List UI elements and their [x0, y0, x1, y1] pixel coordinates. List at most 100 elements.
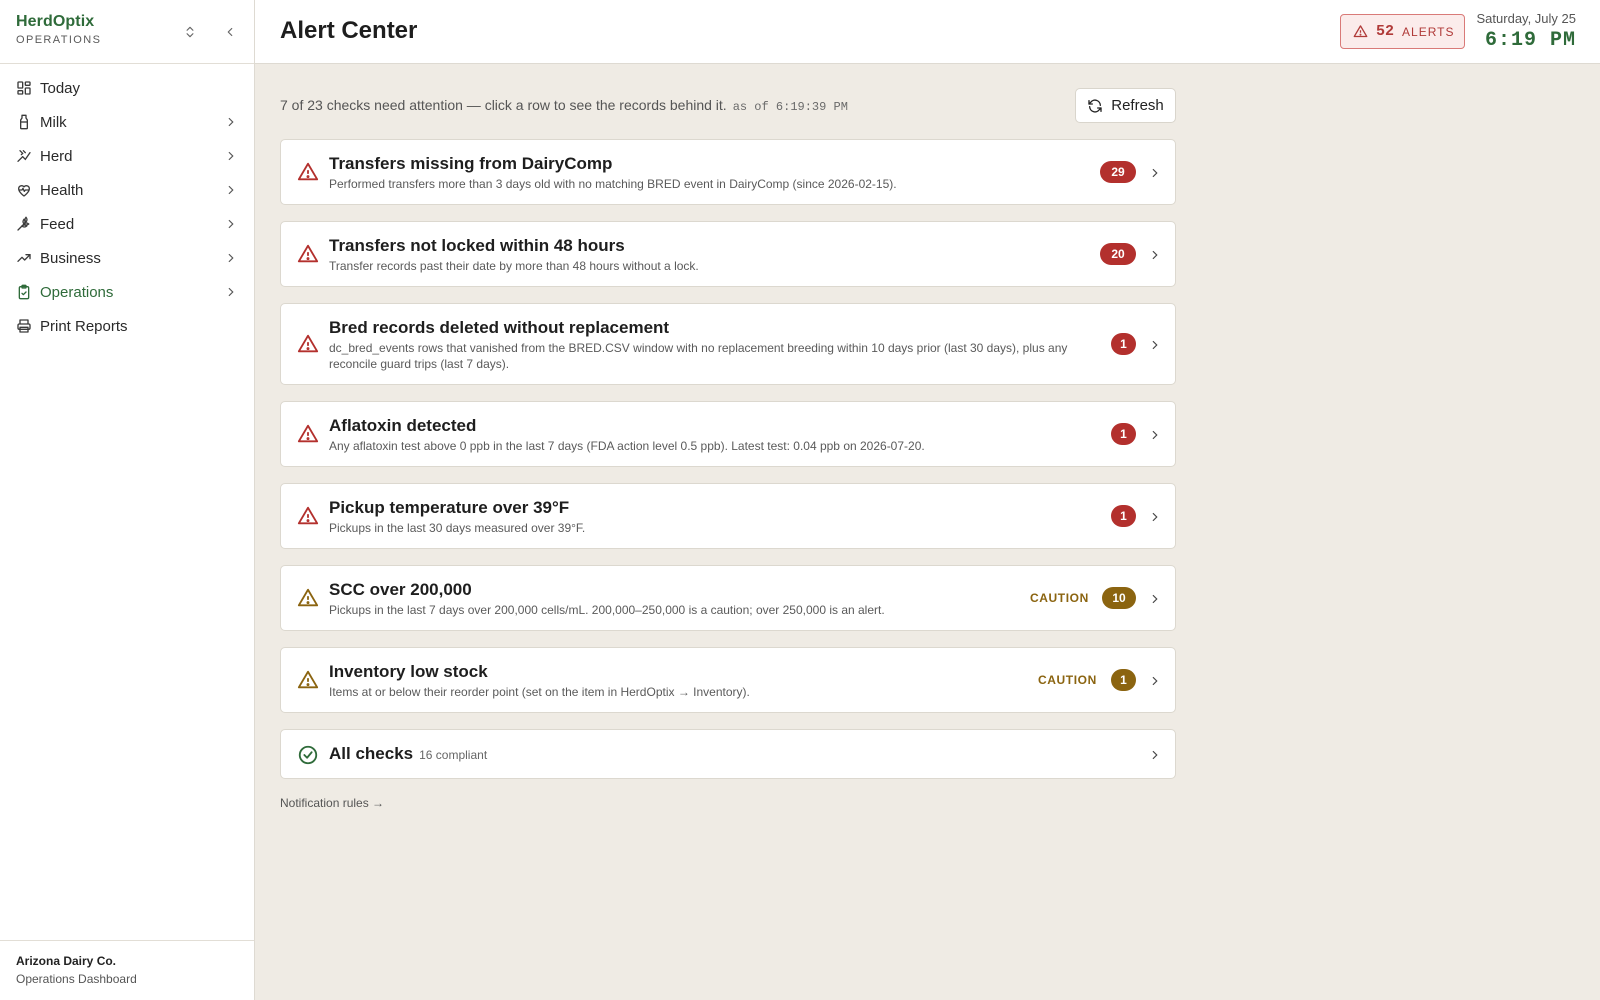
check-title: Aflatoxin detected [329, 416, 477, 435]
refresh-icon [1088, 98, 1102, 113]
chevron-right-icon [228, 219, 234, 229]
alerts-label: ALERTS [1402, 24, 1455, 39]
chevron-right-icon [1152, 594, 1158, 604]
heart-pulse-icon [16, 182, 32, 198]
caution-label: CAUTION [1038, 673, 1097, 687]
check-description: Performed transfers more than 3 days old… [329, 177, 897, 191]
chevrons-up-down-icon [186, 26, 194, 38]
refresh-label: Refresh [1111, 97, 1164, 114]
organization-subtitle: Operations Dashboard [16, 972, 137, 986]
printer-icon [16, 318, 32, 334]
check-title: Inventory low stock [329, 662, 488, 681]
milk-bottle-icon [16, 114, 32, 130]
sidebar-item-business[interactable]: Business [0, 241, 254, 275]
check-row[interactable]: SCC over 200,000 Pickups in the last 7 d… [280, 565, 1176, 631]
sidebar-item-label: Health [40, 181, 84, 199]
check-count-badge: 29 [1100, 161, 1136, 183]
check-title: Transfers missing from DairyComp [329, 154, 613, 173]
check-description: Pickups in the last 30 days measured ove… [329, 521, 586, 535]
summary-row: 7 of 23 checks need attention — click a … [280, 64, 1176, 144]
check-description: dc_bred_events rows that vanished from t… [329, 341, 1068, 371]
check-count-badge: 1 [1111, 333, 1136, 355]
trending-up-icon [16, 250, 32, 266]
sidebar-item-label: Business [40, 249, 101, 267]
notification-rules-link[interactable]: Notification rules → [280, 796, 384, 810]
sidebar-item-label: Milk [40, 113, 67, 131]
check-description: Pickups in the last 7 days over 200,000 … [329, 603, 885, 617]
all-checks-row[interactable]: All checks 16 compliant [280, 729, 1176, 779]
check-title: Transfers not locked within 48 hours [329, 236, 625, 255]
as-of-timestamp: as of 6:19:39 PM [732, 100, 848, 114]
sidebar-item-operations[interactable]: Operations [0, 275, 254, 309]
current-date: Saturday, July 25 [1476, 11, 1576, 26]
page-title: Alert Center [280, 17, 418, 44]
compliant-count: 16 compliant [419, 748, 488, 762]
refresh-button[interactable]: Refresh [1075, 88, 1176, 123]
current-time: 6:19 PM [1484, 29, 1576, 52]
organization-name: Arizona Dairy Co. [16, 954, 117, 968]
chevron-right-icon [228, 287, 234, 297]
dashboard-icon [16, 80, 32, 96]
sidebar-nav: Today Milk Herd Health Feed Business Ope… [0, 64, 254, 343]
alert-center-main: 7 of 23 checks need attention — click a … [280, 64, 1176, 810]
check-title: Pickup temperature over 39°F [329, 498, 570, 517]
alerts-count: 52 [1376, 23, 1395, 40]
check-row[interactable]: Pickup temperature over 39°F Pickups in … [280, 483, 1176, 549]
warning-icon [1353, 25, 1368, 38]
top-header: Alert Center 52 ALERTS Saturday, July 25… [255, 0, 1600, 64]
chevron-right-icon [228, 253, 234, 263]
sidebar-footer: Arizona Dairy Co. Operations Dashboard [0, 940, 254, 1000]
caution-label: CAUTION [1030, 591, 1089, 605]
check-title: Bred records deleted without replacement [329, 318, 670, 337]
sidebar: HerdOptix OPERATIONS Today Milk Herd Hea… [0, 0, 255, 1000]
check-description: Any aflatoxin test above 0 ppb in the la… [329, 439, 925, 453]
check-row[interactable]: Bred records deleted without replacement… [280, 303, 1176, 385]
alerts-counter-button[interactable]: 52 ALERTS [1340, 14, 1465, 49]
summary-message: 7 of 23 checks need attention — click a … [280, 97, 727, 113]
chevron-right-icon [228, 151, 234, 161]
check-count-badge: 20 [1100, 243, 1136, 265]
chevron-right-icon [1152, 430, 1158, 440]
sidebar-item-print-reports[interactable]: Print Reports [0, 309, 254, 343]
sidebar-item-today[interactable]: Today [0, 71, 254, 105]
check-count-badge: 1 [1111, 669, 1136, 691]
chevron-right-icon [1152, 168, 1158, 178]
chevron-right-icon [1152, 250, 1158, 260]
warning-icon [297, 506, 319, 525]
collapse-sidebar-button[interactable] [220, 22, 240, 42]
chevron-left-icon [227, 27, 233, 37]
check-row[interactable]: Transfers missing from DairyComp Perform… [280, 139, 1176, 205]
chevron-right-icon [1152, 340, 1158, 350]
sidebar-item-herd[interactable]: Herd [0, 139, 254, 173]
check-row[interactable]: Transfers not locked within 48 hours Tra… [280, 221, 1176, 287]
check-description: Transfer records past their date by more… [329, 259, 699, 273]
check-title: All checks 16 compliant [329, 744, 487, 764]
check-circle-icon [298, 745, 318, 765]
check-row[interactable]: Aflatoxin detected Any aflatoxin test ab… [280, 401, 1176, 467]
chevron-right-icon [1152, 512, 1158, 522]
chevron-right-icon [228, 117, 234, 127]
sidebar-item-label: Today [40, 79, 81, 97]
summary-text: 7 of 23 checks need attention — click a … [280, 97, 848, 114]
check-count-badge: 1 [1111, 505, 1136, 527]
sidebar-item-milk[interactable]: Milk [0, 105, 254, 139]
brand-subtitle: OPERATIONS [16, 34, 102, 46]
check-row[interactable]: Inventory low stock Items at or below th… [280, 647, 1176, 713]
warning-icon [297, 244, 319, 263]
cow-icon [16, 148, 32, 164]
chevron-right-icon [1152, 750, 1158, 760]
sidebar-item-label: Print Reports [40, 317, 128, 335]
sidebar-item-label: Herd [40, 147, 73, 165]
warning-icon [297, 162, 319, 181]
wheat-icon [16, 216, 32, 232]
sidebar-item-feed[interactable]: Feed [0, 207, 254, 241]
warning-icon [297, 334, 319, 353]
warning-icon [297, 670, 319, 689]
sidebar-item-label: Feed [40, 215, 75, 233]
switch-workspace-button[interactable] [180, 22, 200, 42]
brand-name: HerdOptix [16, 13, 95, 30]
check-count-badge: 1 [1111, 423, 1136, 445]
all-checks-title: All checks [329, 744, 414, 763]
chevron-right-icon [228, 185, 234, 195]
sidebar-item-health[interactable]: Health [0, 173, 254, 207]
